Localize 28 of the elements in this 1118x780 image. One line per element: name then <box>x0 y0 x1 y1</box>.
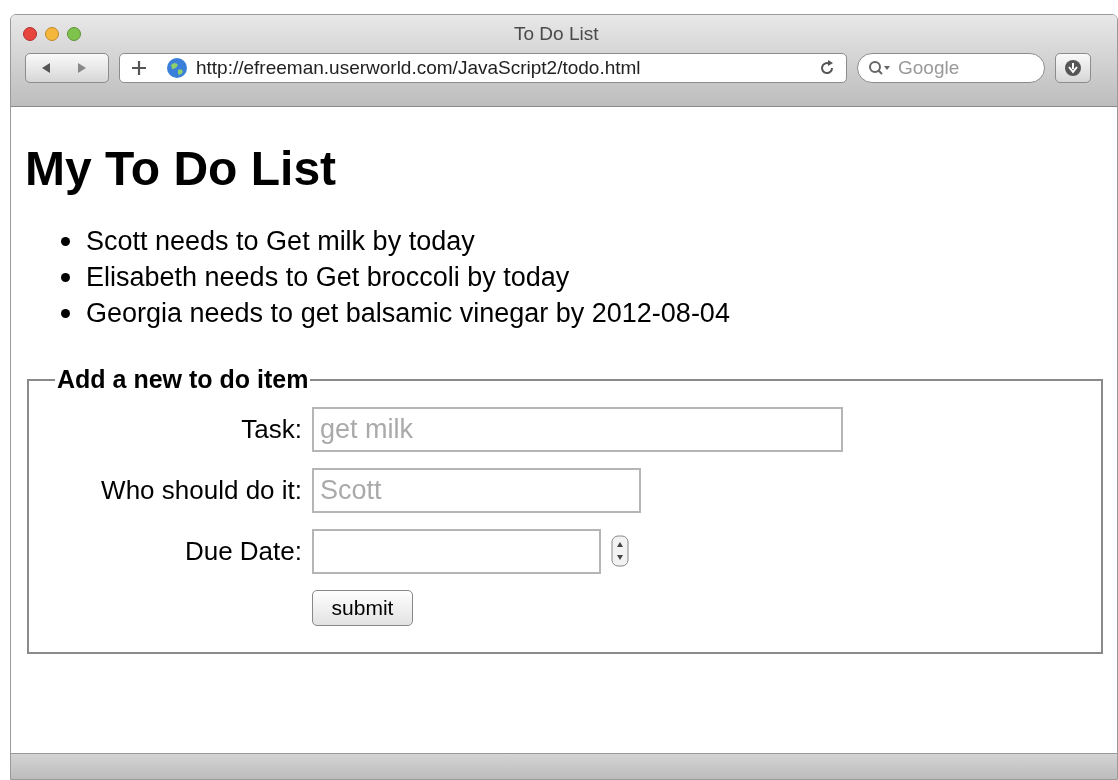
close-button[interactable] <box>23 27 37 41</box>
list-item: Elisabeth needs to Get broccoli by today <box>86 260 570 294</box>
plus-icon[interactable] <box>130 59 148 77</box>
reload-icon[interactable] <box>818 59 836 77</box>
page-heading: My To Do List <box>25 145 338 193</box>
list-item: Scott needs to Get milk by today <box>86 224 475 258</box>
downloads-button[interactable] <box>1055 53 1091 83</box>
stepper-icon[interactable] <box>611 535 629 567</box>
bullet-icon <box>61 236 70 246</box>
bullet-icon <box>61 308 70 318</box>
back-forward-buttons[interactable] <box>25 53 109 83</box>
form-legend: Add a new to do item <box>57 365 309 393</box>
text-field[interactable]: Scott <box>312 467 641 513</box>
search-icon <box>868 60 892 76</box>
zoom-button[interactable] <box>67 27 81 41</box>
field-label: Due Date: <box>183 534 302 568</box>
field-label: Task: <box>240 412 302 446</box>
field-label: Who should do it: <box>100 473 302 507</box>
address-bar[interactable]: http://efreeman.userworld.com/JavaScript2/todo.html <box>119 53 847 83</box>
window-title: To Do List <box>514 21 599 46</box>
url-text: http://efreeman.userworld.com/JavaScript2/todo.html <box>196 55 642 80</box>
list-item: Georgia needs to get balsamic vinegar by 2012-08-04 <box>86 296 730 330</box>
date-field[interactable] <box>312 528 601 574</box>
download-icon <box>1064 59 1082 77</box>
globe-icon <box>166 57 188 79</box>
submit-button[interactable]: submit <box>312 589 413 626</box>
text-field[interactable]: get milk <box>312 406 843 452</box>
bullet-icon <box>61 272 70 282</box>
